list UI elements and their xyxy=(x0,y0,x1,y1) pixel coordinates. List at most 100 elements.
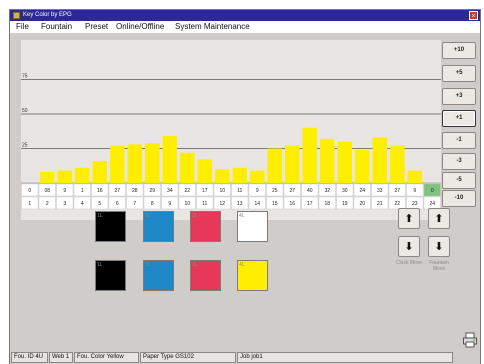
arrow-down-icon: ⬇ xyxy=(404,241,414,253)
chart-bar xyxy=(162,136,177,183)
swatch-black-upper[interactable]: 1L xyxy=(95,211,126,242)
chart-data-label: 16 xyxy=(97,188,103,194)
clock-move-caption: Clock Move xyxy=(395,260,423,266)
menu-system-maintenance[interactable]: System Maintenance xyxy=(175,21,250,33)
chart-data-label: 34 xyxy=(167,188,173,194)
chart-data-label: 27 xyxy=(114,188,120,194)
chart-bar xyxy=(355,149,370,183)
chart-tick-label: 14 xyxy=(254,201,260,207)
chart-tick-label: 3 xyxy=(63,201,66,207)
adjust-plus-3-button[interactable]: +3 xyxy=(442,88,476,105)
chart-data-label: 10 xyxy=(219,188,225,194)
chart-tick-label: 20 xyxy=(359,201,365,207)
chart-tick-label: 7 xyxy=(133,201,136,207)
chart-gridline-label: 25 xyxy=(22,143,28,149)
swatch-label: 1L xyxy=(97,213,103,219)
chart-data-label: 0 xyxy=(28,188,31,194)
menu-fountain[interactable]: Fountain xyxy=(41,21,72,33)
printer-icon[interactable] xyxy=(462,332,478,348)
swatch-black-lower[interactable]: 1L xyxy=(95,260,126,291)
chart-data-label: 9 xyxy=(256,188,259,194)
chart-data-label: 27 xyxy=(394,188,400,194)
chart-bar xyxy=(75,167,90,183)
chart-tick-label: 11 xyxy=(202,201,207,207)
chart-tick-label: 16 xyxy=(289,201,295,207)
chart-data-label: 40 xyxy=(307,188,313,194)
swatch-label: 2L xyxy=(145,213,151,219)
chart-bar xyxy=(320,138,335,183)
window-title: Key Color by EPG xyxy=(23,12,72,18)
chart-bar xyxy=(197,159,212,183)
chart-bar xyxy=(407,170,422,183)
chart-tick-label: 13 xyxy=(237,201,243,207)
adjust-minus-1-button[interactable]: -1 xyxy=(442,132,476,149)
chart-bar xyxy=(180,152,195,183)
chart-bar xyxy=(40,171,55,183)
chart-tick-label: 9 xyxy=(168,201,171,207)
chart-data-label: 08 xyxy=(44,188,50,194)
swatch-cyan-lower[interactable]: 2L xyxy=(143,260,174,291)
chart-tick-label: 1 xyxy=(28,201,31,207)
adjust-minus-5-button[interactable]: -5 xyxy=(442,172,476,189)
adjust-minus-3-button[interactable]: -3 xyxy=(442,153,476,170)
swatch-label: 3L xyxy=(192,262,198,268)
adjust-plus-1-button[interactable]: +1 xyxy=(442,110,476,127)
chart-bar xyxy=(57,170,72,183)
arrow-up-icon: ⬆ xyxy=(434,213,444,225)
status-paper-type: Paper Type GS102 xyxy=(140,352,236,363)
chart-tick-label: 8 xyxy=(151,201,154,207)
chart-data-label: 29 xyxy=(149,188,155,194)
chart-tick-label: 22 xyxy=(394,201,400,207)
swatch-magenta-upper[interactable]: 3L xyxy=(190,211,221,242)
chart-bar xyxy=(215,169,230,183)
chart-tick-label: 6 xyxy=(116,201,119,207)
menu-preset[interactable]: Preset xyxy=(85,21,108,33)
chart-tick-label: 19 xyxy=(342,201,348,207)
menu-bar: File Fountain Preset Online/Offline Syst… xyxy=(10,21,480,33)
clock-move-down-button[interactable]: ⬇ xyxy=(398,236,420,257)
chart-bar xyxy=(337,141,352,183)
adjust-minus-10-button[interactable]: -10 xyxy=(442,190,476,207)
swatch-yellow-lower[interactable]: 4L xyxy=(237,260,268,291)
chart-data-label: 32 xyxy=(324,188,330,194)
chart-bar xyxy=(250,170,265,183)
menu-online-offline[interactable]: Online/Offline xyxy=(116,21,164,33)
chart-bar xyxy=(302,127,317,183)
chart-bar xyxy=(127,144,142,183)
swatch-cyan-upper[interactable]: 2L xyxy=(143,211,174,242)
app-window: Key Color by EPG × File Fountain Preset … xyxy=(9,9,481,364)
chart-data-label: 24 xyxy=(359,188,365,194)
chart-data-label: 0 xyxy=(431,188,434,194)
chart-bar xyxy=(110,145,125,183)
chart-data-label: 1 xyxy=(81,188,84,194)
chart-bar xyxy=(267,148,282,183)
fountain-move-up-button[interactable]: ⬆ xyxy=(428,208,450,229)
chart-bar xyxy=(285,145,300,183)
chart-tick-label: 17 xyxy=(307,201,313,207)
chart-data-label: 17 xyxy=(202,188,208,194)
chart-tick-label: 21 xyxy=(377,201,383,207)
title-bar: Key Color by EPG × xyxy=(10,10,480,21)
swatch-magenta-lower[interactable]: 3L xyxy=(190,260,221,291)
chart-tick-label: 5 xyxy=(98,201,101,207)
chart-bar xyxy=(232,167,247,183)
chart-data-label: 27 xyxy=(289,188,295,194)
chart-bar xyxy=(145,142,160,183)
arrow-up-icon: ⬆ xyxy=(404,213,414,225)
adjust-plus-5-button[interactable]: +5 xyxy=(442,65,476,82)
swatch-label: 3L xyxy=(192,213,198,219)
menu-file[interactable]: File xyxy=(16,21,29,33)
swatch-label: 4L xyxy=(239,213,245,219)
chart-gridline-label: 75 xyxy=(22,74,28,80)
fountain-move-down-button[interactable]: ⬇ xyxy=(428,236,450,257)
chart-tick-label: 18 xyxy=(324,201,330,207)
chart-data-label: 33 xyxy=(377,188,383,194)
clock-move-up-button[interactable]: ⬆ xyxy=(398,208,420,229)
chart-bar xyxy=(372,137,387,183)
chart-data-label: 22 xyxy=(184,188,190,194)
adjust-plus-10-button[interactable]: +10 xyxy=(442,42,476,59)
swatch-yellow-upper[interactable]: 4L xyxy=(237,211,268,242)
close-button[interactable]: × xyxy=(469,11,478,20)
chart-data-label: 30 xyxy=(342,188,348,194)
chart-gridline-label: 50 xyxy=(22,108,28,114)
